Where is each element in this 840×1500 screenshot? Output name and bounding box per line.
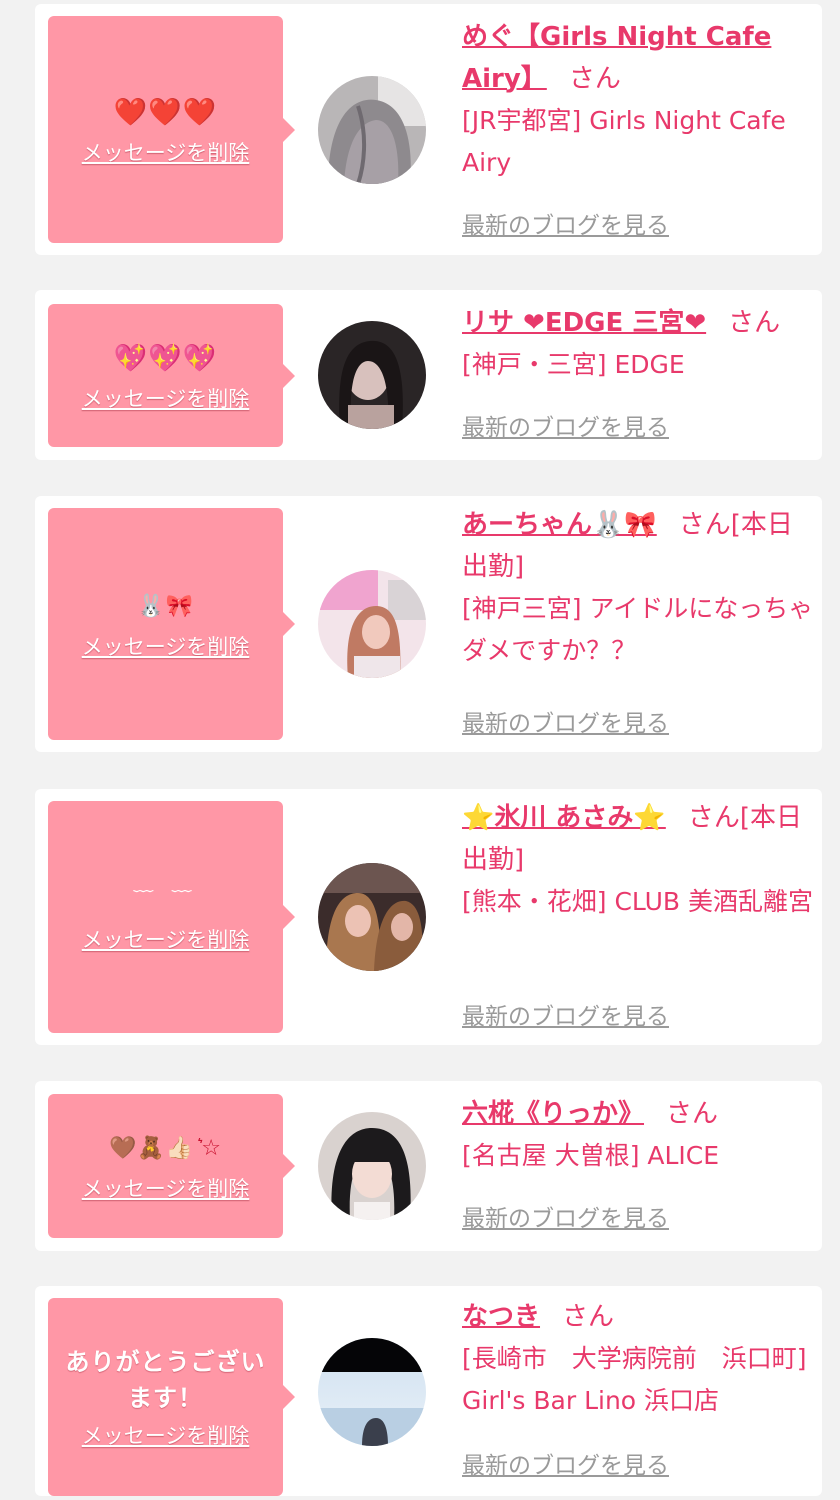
- avatar[interactable]: [318, 1112, 426, 1220]
- list-item: 🤎🧸👍🏻 ͛☆ メッセージを削除 六椛《りっか》 さん [名古屋 大曽根] ALI…: [35, 1081, 822, 1251]
- delete-message-link[interactable]: メッセージを削除: [82, 137, 250, 167]
- message-text: ﹋ ﹋: [133, 888, 198, 912]
- list-item: ありがとうございます！ メッセージを削除 なつき さん [長崎市 大学病院前 浜…: [35, 1286, 822, 1496]
- message-bubble: ❤️❤️❤️ メッセージを削除: [48, 16, 295, 243]
- shop-info: [熊本・花畑] CLUB 美酒乱離宮: [462, 887, 813, 916]
- message-bubble: ﹋ ﹋ メッセージを削除: [48, 801, 295, 1033]
- message-list: ❤️❤️❤️ メッセージを削除 めぐ【Girls Night Cafe Airy…: [0, 0, 840, 1500]
- shop-info: [長崎市 大学病院前 浜口町] Girl's Bar Lino 浜口店: [462, 1344, 807, 1415]
- girl-photo-icon: [318, 570, 426, 678]
- message-text: 🐰🎀: [137, 594, 194, 619]
- avatar[interactable]: [318, 863, 426, 971]
- latest-blog-link[interactable]: 最新のブログを見る: [462, 206, 669, 240]
- message-text: ❤️❤️❤️: [113, 96, 218, 128]
- honorific: さん: [568, 64, 621, 94]
- shop-info: [名古屋 大曽根] ALICE: [462, 1141, 720, 1170]
- delete-message-link[interactable]: メッセージを削除: [82, 1420, 250, 1450]
- delete-message-link[interactable]: メッセージを削除: [82, 383, 250, 413]
- avatar[interactable]: [318, 321, 426, 429]
- message-bubble: 💖💖💖 メッセージを削除: [48, 304, 295, 447]
- honorific: さん: [562, 1302, 615, 1332]
- latest-blog-link[interactable]: 最新のブログを見る: [462, 704, 669, 738]
- shop-info: [JR宇都宮] Girls Night Cafe Airy: [462, 106, 786, 177]
- honorific: さん: [728, 308, 781, 338]
- list-item: ❤️❤️❤️ メッセージを削除 めぐ【Girls Night Cafe Airy…: [35, 4, 822, 255]
- list-item: ﹋ ﹋ メッセージを削除 ⭐氷川 あさみ⭐ さん[本日出勤] [熊本・花畑] CL…: [35, 789, 822, 1045]
- cast-name-link[interactable]: リサ ❤EDGE 三宮❤: [462, 308, 706, 338]
- message-text: ありがとうございます！: [65, 1348, 266, 1412]
- girl-photo-icon: [318, 1112, 426, 1220]
- list-item: 🐰🎀 メッセージを削除 あーちゃん🐰🎀 さん[本日出勤] [神戸三宮] アイドルに…: [35, 496, 822, 752]
- latest-blog-link[interactable]: 最新のブログを見る: [462, 408, 669, 442]
- avatar[interactable]: [318, 570, 426, 678]
- shop-info: [神戸・三宮] EDGE: [462, 350, 685, 379]
- list-item: 💖💖💖 メッセージを削除 リサ ❤EDGE 三宮❤ さん [神戸・三宮] EDGE…: [35, 290, 822, 460]
- shop-info: [神戸三宮] アイドルになっちゃダメですか？？: [462, 594, 814, 665]
- message-bubble: ありがとうございます！ メッセージを削除: [48, 1298, 295, 1496]
- avatar[interactable]: [318, 1338, 426, 1446]
- honorific: さん: [666, 1099, 719, 1129]
- cast-name-link[interactable]: あーちゃん🐰🎀: [462, 510, 657, 540]
- cast-name-link[interactable]: 六椛《りっか》: [462, 1099, 644, 1129]
- latest-blog-link[interactable]: 最新のブログを見る: [462, 997, 669, 1031]
- latest-blog-link[interactable]: 最新のブログを見る: [462, 1446, 669, 1480]
- delete-message-link[interactable]: メッセージを削除: [82, 1173, 250, 1203]
- message-text: 🤎🧸👍🏻 ͛☆: [108, 1136, 222, 1161]
- latest-blog-link[interactable]: 最新のブログを見る: [462, 1199, 669, 1233]
- cast-name-link[interactable]: ⭐氷川 あさみ⭐: [462, 803, 666, 833]
- girl-photo-icon: [318, 863, 426, 971]
- avatar[interactable]: [318, 76, 426, 184]
- sea-photo-icon: [318, 1338, 426, 1446]
- delete-message-link[interactable]: メッセージを削除: [82, 924, 250, 954]
- delete-message-link[interactable]: メッセージを削除: [82, 631, 250, 661]
- message-bubble: 🐰🎀 メッセージを削除: [48, 508, 295, 740]
- message-text: 💖💖💖: [113, 342, 218, 374]
- cast-name-link[interactable]: なつき: [462, 1302, 540, 1332]
- hair-photo-icon: [318, 76, 426, 184]
- girl-photo-icon: [318, 321, 426, 429]
- message-bubble: 🤎🧸👍🏻 ͛☆ メッセージを削除: [48, 1094, 295, 1238]
